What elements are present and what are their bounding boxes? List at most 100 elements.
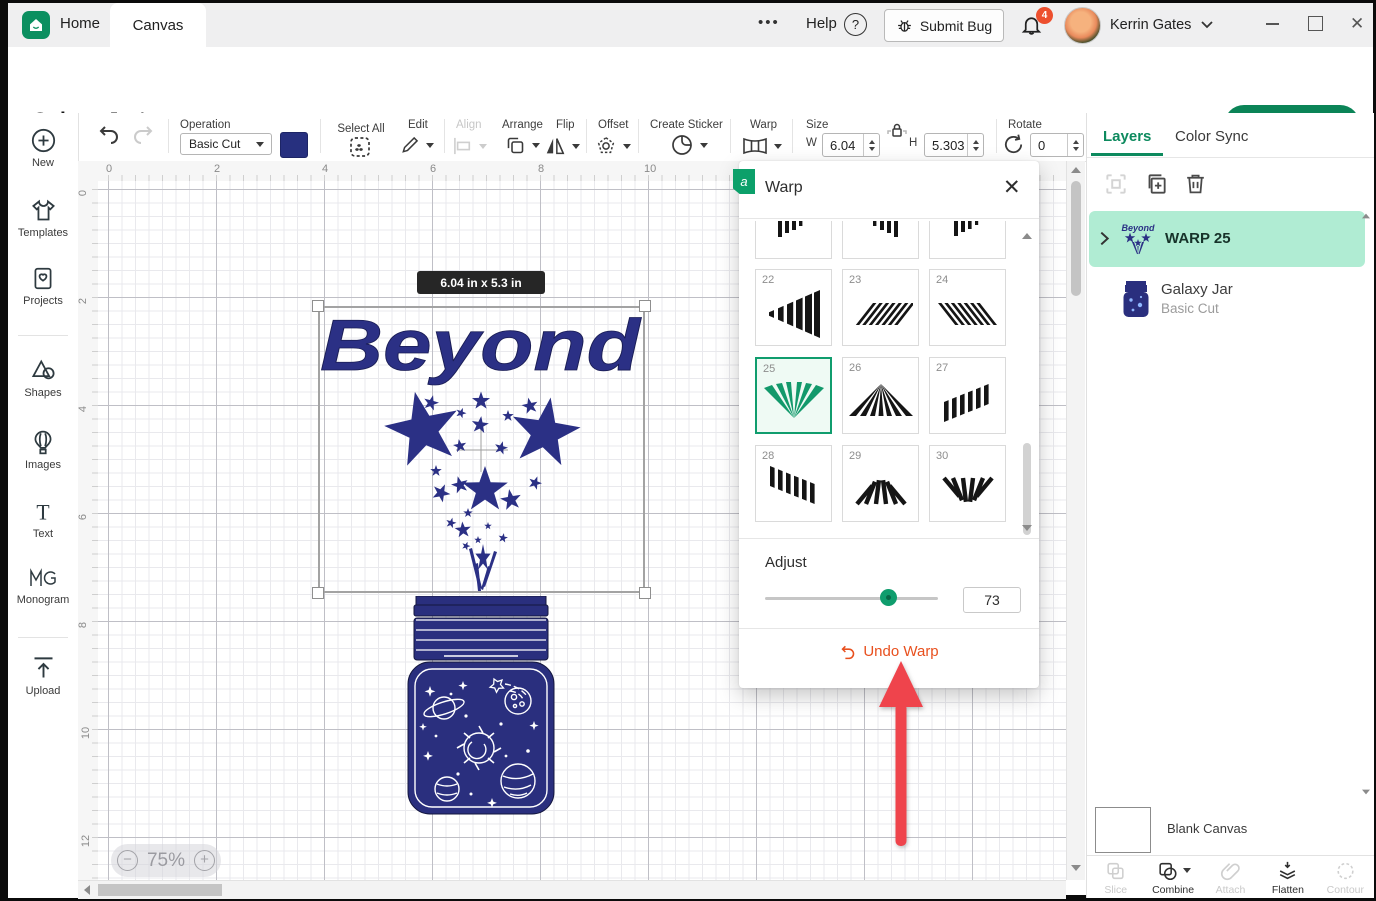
- warp-style-23[interactable]: 23: [842, 269, 919, 346]
- offset-button[interactable]: [595, 135, 631, 157]
- offset-caret-icon: [623, 144, 631, 149]
- height-label: H: [909, 137, 917, 149]
- height-stepper[interactable]: [967, 134, 983, 156]
- duplicate-layer-icon[interactable]: [1143, 171, 1169, 197]
- layer-row-warp25[interactable]: Beyond WARP 25: [1089, 211, 1365, 267]
- help-link[interactable]: Help: [806, 15, 837, 32]
- flatten-button[interactable]: Flatten: [1259, 856, 1316, 899]
- edit-caret-icon: [426, 143, 434, 148]
- layer-row-galaxy-jar[interactable]: Galaxy Jar Basic Cut: [1089, 273, 1365, 327]
- size-lock-icon[interactable]: [887, 121, 907, 139]
- dimension-tooltip: 6.04 in x 5.3 in: [417, 271, 545, 294]
- help-question-icon[interactable]: ?: [844, 13, 867, 36]
- adjust-slider-track[interactable]: [765, 597, 938, 600]
- warp-button[interactable]: [742, 137, 782, 155]
- warp-caret-icon: [774, 144, 782, 149]
- width-input[interactable]: 6.04: [822, 133, 880, 157]
- window-close-button[interactable]: ✕: [1350, 14, 1364, 34]
- create-sticker-button[interactable]: [670, 133, 708, 157]
- cricut-logo-icon[interactable]: [22, 11, 50, 39]
- sidebar-item-shapes[interactable]: Shapes: [8, 357, 78, 399]
- window-minimize-button[interactable]: [1266, 23, 1279, 25]
- warp-style-partial-2[interactable]: [842, 221, 919, 259]
- tab-layers[interactable]: Layers: [1103, 128, 1151, 145]
- rotate-icon[interactable]: [1002, 133, 1025, 156]
- edit-button[interactable]: [400, 135, 434, 155]
- warp-style-22[interactable]: 22: [755, 269, 832, 346]
- warp-style-26[interactable]: 26: [842, 357, 919, 434]
- h-ruler-0: 0: [106, 163, 112, 175]
- rotate-input[interactable]: 0: [1030, 133, 1084, 157]
- sidebar-item-new[interactable]: New: [8, 127, 78, 169]
- zoom-out-button[interactable]: −: [117, 850, 138, 871]
- zoom-in-button[interactable]: +: [194, 850, 215, 871]
- operation-select[interactable]: Basic Cut: [180, 133, 272, 155]
- sidebar-item-text[interactable]: T Text: [8, 499, 78, 540]
- warp-style-25-selected[interactable]: 25: [755, 357, 832, 434]
- height-input[interactable]: 5.303: [924, 133, 984, 157]
- user-menu[interactable]: Kerrin Gates: [1110, 17, 1191, 33]
- sidebar-item-monogram[interactable]: Monogram: [8, 565, 78, 606]
- top-bar: Home Canvas ••• Help ? Submit Bug 4 Kerr…: [8, 3, 1373, 48]
- warp-style-29[interactable]: 29: [842, 445, 919, 522]
- sidebar-item-upload[interactable]: Upload: [8, 655, 78, 697]
- submit-bug-button[interactable]: Submit Bug: [884, 9, 1004, 42]
- overflow-menu[interactable]: •••: [758, 14, 780, 31]
- select-all-button[interactable]: [348, 135, 372, 159]
- adjust-slider-knob[interactable]: [880, 589, 897, 606]
- rotate-stepper[interactable]: [1067, 134, 1083, 156]
- bug-icon: [896, 17, 913, 34]
- selection-handle-top-left[interactable]: [312, 300, 324, 312]
- sidebar-item-images[interactable]: Images: [8, 429, 78, 471]
- warp-style-partial-1[interactable]: [755, 221, 832, 259]
- sidebar-item-templates[interactable]: Templates: [8, 197, 78, 239]
- selection-bounding-box[interactable]: [318, 306, 645, 593]
- adjust-value-input[interactable]: 73: [963, 587, 1021, 613]
- warp-style-28[interactable]: 28: [755, 445, 832, 522]
- h-ruler-4: 4: [322, 163, 328, 175]
- color-swatch[interactable]: [280, 132, 308, 158]
- warp-style-24[interactable]: 24: [929, 269, 1006, 346]
- canvas-tab[interactable]: Canvas: [110, 3, 206, 47]
- flip-button[interactable]: [544, 135, 580, 157]
- delete-layer-icon[interactable]: [1183, 171, 1208, 197]
- combine-button[interactable]: Combine: [1144, 856, 1201, 899]
- v-ruler-8: 8: [77, 622, 89, 628]
- canvas-horizontal-scrollbar[interactable]: [78, 880, 1066, 899]
- width-stepper[interactable]: [863, 134, 879, 156]
- redo-button[interactable]: [132, 125, 156, 147]
- tab-color-sync[interactable]: Color Sync: [1175, 128, 1248, 145]
- v-ruler-2: 2: [77, 298, 89, 304]
- warp-style-30[interactable]: 30: [929, 445, 1006, 522]
- flip-label: Flip: [556, 119, 575, 131]
- blank-canvas-swatch[interactable]: [1095, 807, 1151, 853]
- flip-caret-icon: [572, 144, 580, 149]
- project-header: Galaxy Jar* Save My Stuff Maker 3 Make: [8, 47, 1373, 114]
- canvas-vertical-scrollbar[interactable]: [1066, 161, 1085, 880]
- layer-actions-bar: Slice Combine Attach Flatten Contour: [1087, 855, 1374, 899]
- window-maximize-button[interactable]: [1308, 16, 1323, 31]
- svg-text:T: T: [36, 501, 49, 525]
- warp-style-27[interactable]: 27: [929, 357, 1006, 434]
- home-tab[interactable]: Home: [60, 15, 100, 32]
- projects-icon: [8, 265, 78, 292]
- galaxy-jar-image[interactable]: [406, 596, 556, 818]
- sidebar-item-projects[interactable]: Projects: [8, 265, 78, 307]
- warp-list-scrollbar[interactable]: [1022, 225, 1032, 538]
- user-chevron-down-icon[interactable]: [1200, 20, 1214, 30]
- layer-expand-chevron-icon[interactable]: [1099, 231, 1110, 246]
- warp-style-partial-3[interactable]: [929, 221, 1006, 259]
- selection-handle-bottom-left[interactable]: [312, 587, 324, 599]
- undo-button[interactable]: [96, 125, 120, 147]
- h-ruler-8: 8: [538, 163, 544, 175]
- arrange-button[interactable]: [505, 135, 540, 156]
- selection-handle-bottom-right[interactable]: [639, 587, 651, 599]
- avatar[interactable]: [1064, 7, 1101, 44]
- slice-button: Slice: [1087, 856, 1144, 899]
- vertical-ruler: [78, 181, 99, 880]
- rotate-label: Rotate: [1008, 119, 1042, 131]
- warp-panel-close-icon[interactable]: ✕: [1003, 175, 1021, 200]
- undo-warp-icon: [839, 644, 856, 660]
- combine-caret-icon: [1183, 868, 1191, 873]
- selection-handle-top-right[interactable]: [639, 300, 651, 312]
